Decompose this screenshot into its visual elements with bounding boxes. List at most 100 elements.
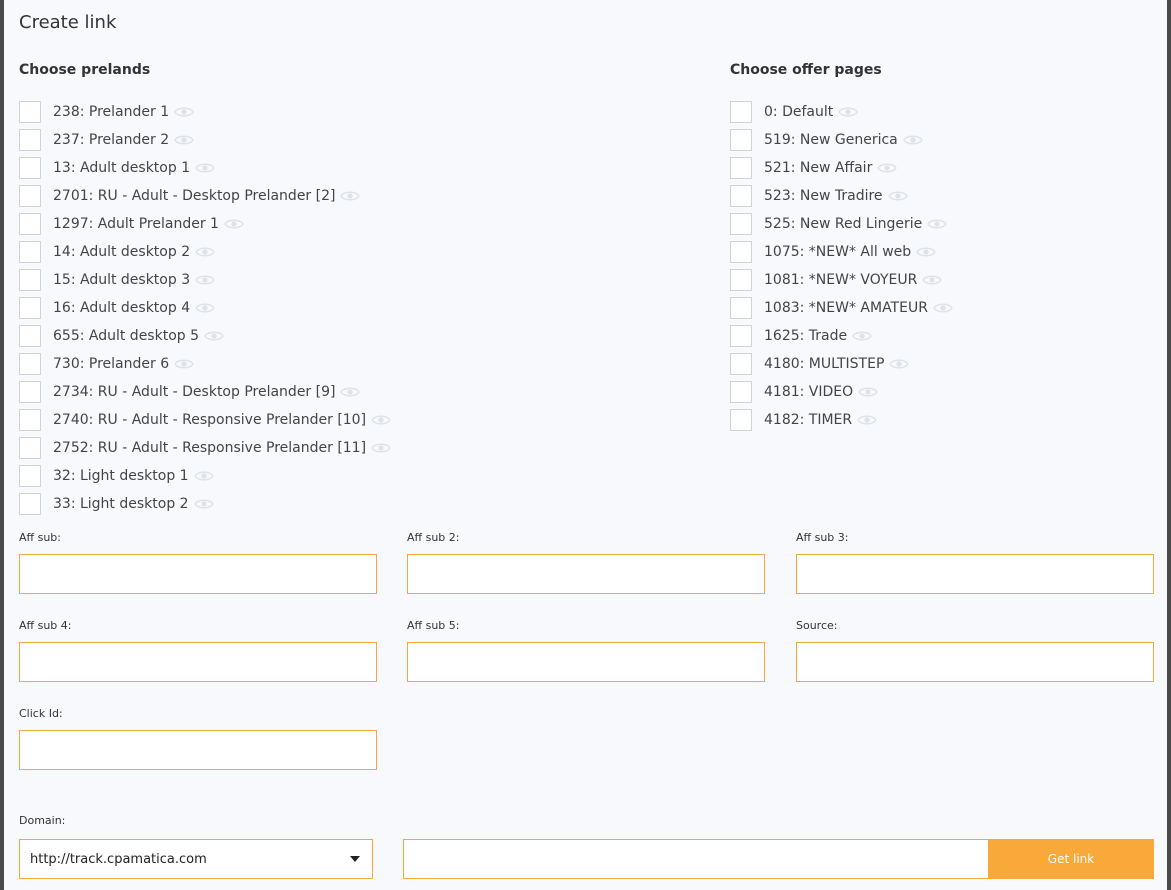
prelands-list: 238: Prelander 1 237: Prelander 2 13: Adul… — [19, 98, 391, 518]
eye-icon[interactable] — [174, 358, 194, 370]
offer-page-item[interactable]: 1083: *NEW* AMATEUR — [730, 294, 953, 322]
aff-sub2-input[interactable] — [407, 554, 765, 594]
offer-page-checkbox[interactable] — [730, 157, 752, 179]
offer-page-checkbox[interactable] — [730, 409, 752, 431]
eye-icon[interactable] — [195, 162, 215, 174]
preland-item[interactable]: 2740: RU - Adult - Responsive Prelander … — [19, 406, 391, 434]
offer-page-item[interactable]: 1625: Trade — [730, 322, 953, 350]
offer-page-checkbox[interactable] — [730, 269, 752, 291]
aff-sub3-input[interactable] — [796, 554, 1154, 594]
generated-link-field[interactable] — [403, 839, 989, 879]
preland-checkbox[interactable] — [19, 269, 41, 291]
preland-checkbox[interactable] — [19, 381, 41, 403]
eye-icon[interactable] — [922, 274, 943, 286]
preland-checkbox[interactable] — [19, 493, 41, 515]
preland-item[interactable]: 15: Adult desktop 3 — [19, 266, 391, 294]
offer-page-item[interactable]: 523: New Tradire — [730, 182, 953, 210]
eye-icon[interactable] — [193, 498, 214, 510]
eye-icon[interactable] — [852, 330, 872, 342]
eye-icon[interactable] — [933, 302, 953, 314]
click-id-input[interactable] — [19, 730, 377, 770]
eye-icon[interactable] — [224, 218, 244, 230]
eye-icon[interactable] — [857, 414, 877, 426]
eye-icon[interactable] — [889, 358, 910, 370]
preland-item[interactable]: 2752: RU - Adult - Responsive Prelander … — [19, 434, 391, 462]
preland-item[interactable]: 13: Adult desktop 1 — [19, 154, 391, 182]
preland-checkbox[interactable] — [19, 185, 41, 207]
offer-page-checkbox[interactable] — [730, 185, 752, 207]
eye-icon[interactable] — [195, 274, 215, 286]
preland-label: 15: Adult desktop 3 — [53, 272, 191, 288]
preland-checkbox[interactable] — [19, 409, 41, 431]
offer-page-checkbox[interactable] — [730, 213, 752, 235]
offer-page-checkbox[interactable] — [730, 325, 752, 347]
get-link-button[interactable]: Get link — [988, 839, 1154, 879]
eye-icon[interactable] — [838, 106, 859, 118]
offer-page-item[interactable]: 1081: *NEW* VOYEUR — [730, 266, 953, 294]
eye-icon[interactable] — [174, 134, 194, 146]
preland-label: 238: Prelander 1 — [53, 104, 170, 120]
offer-page-item[interactable]: 4182: TIMER — [730, 406, 953, 434]
eye-icon[interactable] — [858, 386, 878, 398]
eye-icon[interactable] — [340, 190, 361, 202]
eye-icon[interactable] — [927, 218, 948, 230]
preland-checkbox[interactable] — [19, 129, 41, 151]
preland-item[interactable]: 238: Prelander 1 — [19, 98, 391, 126]
preland-checkbox[interactable] — [19, 241, 41, 263]
offer-page-checkbox[interactable] — [730, 297, 752, 319]
preland-item[interactable]: 2701: RU - Adult - Desktop Prelander [2] — [19, 182, 391, 210]
preland-item[interactable]: 14: Adult desktop 2 — [19, 238, 391, 266]
offer-page-checkbox[interactable] — [730, 129, 752, 151]
preland-label: 33: Light desktop 2 — [53, 496, 189, 512]
preland-checkbox[interactable] — [19, 157, 41, 179]
preland-checkbox[interactable] — [19, 101, 41, 123]
preland-item[interactable]: 730: Prelander 6 — [19, 350, 391, 378]
eye-icon[interactable] — [174, 106, 194, 118]
eye-icon[interactable] — [916, 246, 936, 258]
source-input[interactable] — [796, 642, 1154, 682]
aff-sub5-input[interactable] — [407, 642, 765, 682]
offer-page-item[interactable]: 1075: *NEW* All web — [730, 238, 953, 266]
eye-icon[interactable] — [193, 470, 214, 482]
offer-page-checkbox[interactable] — [730, 381, 752, 403]
eye-icon[interactable] — [371, 414, 391, 426]
eye-icon[interactable] — [371, 442, 391, 454]
offer-page-checkbox[interactable] — [730, 101, 752, 123]
preland-item[interactable]: 33: Light desktop 2 — [19, 490, 391, 518]
preland-item[interactable]: 2734: RU - Adult - Desktop Prelander [9] — [19, 378, 391, 406]
offer-page-label: 4180: MULTISTEP — [764, 356, 885, 372]
offer-page-item[interactable]: 521: New Affair — [730, 154, 953, 182]
preland-item[interactable]: 237: Prelander 2 — [19, 126, 391, 154]
offer-page-item[interactable]: 4181: VIDEO — [730, 378, 953, 406]
offer-page-item[interactable]: 519: New Generica — [730, 126, 953, 154]
preland-item[interactable]: 655: Adult desktop 5 — [19, 322, 391, 350]
eye-icon[interactable] — [204, 330, 224, 342]
eye-icon[interactable] — [887, 190, 908, 202]
preland-checkbox[interactable] — [19, 353, 41, 375]
preland-checkbox[interactable] — [19, 213, 41, 235]
preland-label: 16: Adult desktop 4 — [53, 300, 191, 316]
offer-pages-heading: Choose offer pages — [730, 62, 882, 78]
preland-item[interactable]: 16: Adult desktop 4 — [19, 294, 391, 322]
eye-icon[interactable] — [902, 134, 923, 146]
preland-item[interactable]: 32: Light desktop 1 — [19, 462, 391, 490]
offer-page-checkbox[interactable] — [730, 241, 752, 263]
eye-icon[interactable] — [195, 302, 215, 314]
domain-select[interactable]: http://track.cpamatica.com — [19, 839, 373, 879]
preland-checkbox[interactable] — [19, 465, 41, 487]
offer-page-label: 1083: *NEW* AMATEUR — [764, 300, 928, 316]
offer-page-item[interactable]: 525: New Red Lingerie — [730, 210, 953, 238]
eye-icon[interactable] — [877, 162, 898, 174]
aff-sub-input[interactable] — [19, 554, 377, 594]
preland-checkbox[interactable] — [19, 325, 41, 347]
offer-page-label: 1075: *NEW* All web — [764, 244, 912, 260]
eye-icon[interactable] — [340, 386, 361, 398]
offer-page-checkbox[interactable] — [730, 353, 752, 375]
aff-sub4-input[interactable] — [19, 642, 377, 682]
offer-page-item[interactable]: 0: Default — [730, 98, 953, 126]
offer-page-item[interactable]: 4180: MULTISTEP — [730, 350, 953, 378]
preland-checkbox[interactable] — [19, 437, 41, 459]
preland-checkbox[interactable] — [19, 297, 41, 319]
preland-item[interactable]: 1297: Adult Prelander 1 — [19, 210, 391, 238]
eye-icon[interactable] — [195, 246, 215, 258]
